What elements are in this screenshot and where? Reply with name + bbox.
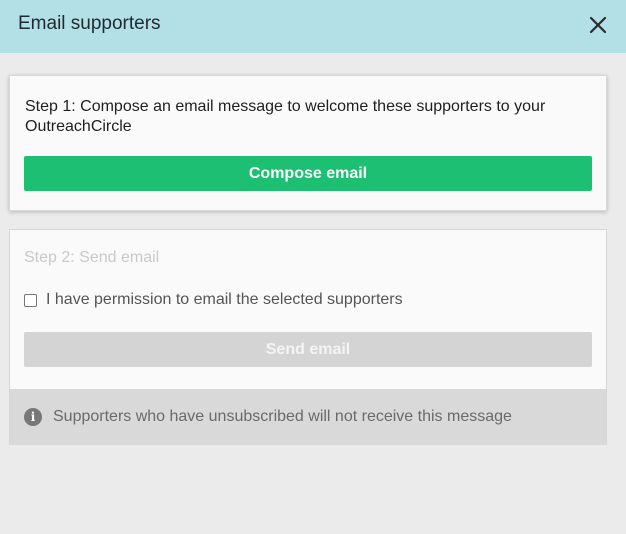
send-email-button[interactable]: Send email [24, 332, 592, 367]
modal-header: Email supporters [0, 0, 626, 53]
permission-row: I have permission to email the selected … [24, 291, 403, 309]
info-icon: i [24, 408, 42, 426]
unsubscribed-notice: i Supporters who have unsubscribed will … [10, 389, 606, 445]
modal-title: Email supporters [18, 13, 161, 34]
close-button[interactable] [584, 11, 612, 39]
step2-card: Step 2: Send email I have permission to … [9, 229, 607, 445]
close-icon [589, 16, 607, 34]
step2-title: Step 2: Send email [24, 249, 160, 266]
step1-card: Step 1: Compose an email message to welc… [9, 75, 607, 211]
notice-text: Supporters who have unsubscribed will no… [53, 408, 512, 425]
step1-instructions: Step 1: Compose an email message to welc… [25, 98, 546, 135]
permission-checkbox[interactable] [24, 293, 37, 307]
permission-label: I have permission to email the selected … [46, 291, 403, 308]
compose-email-button[interactable]: Compose email [24, 156, 592, 191]
email-supporters-modal: Email supporters Step 1: Compose an emai… [0, 0, 626, 534]
